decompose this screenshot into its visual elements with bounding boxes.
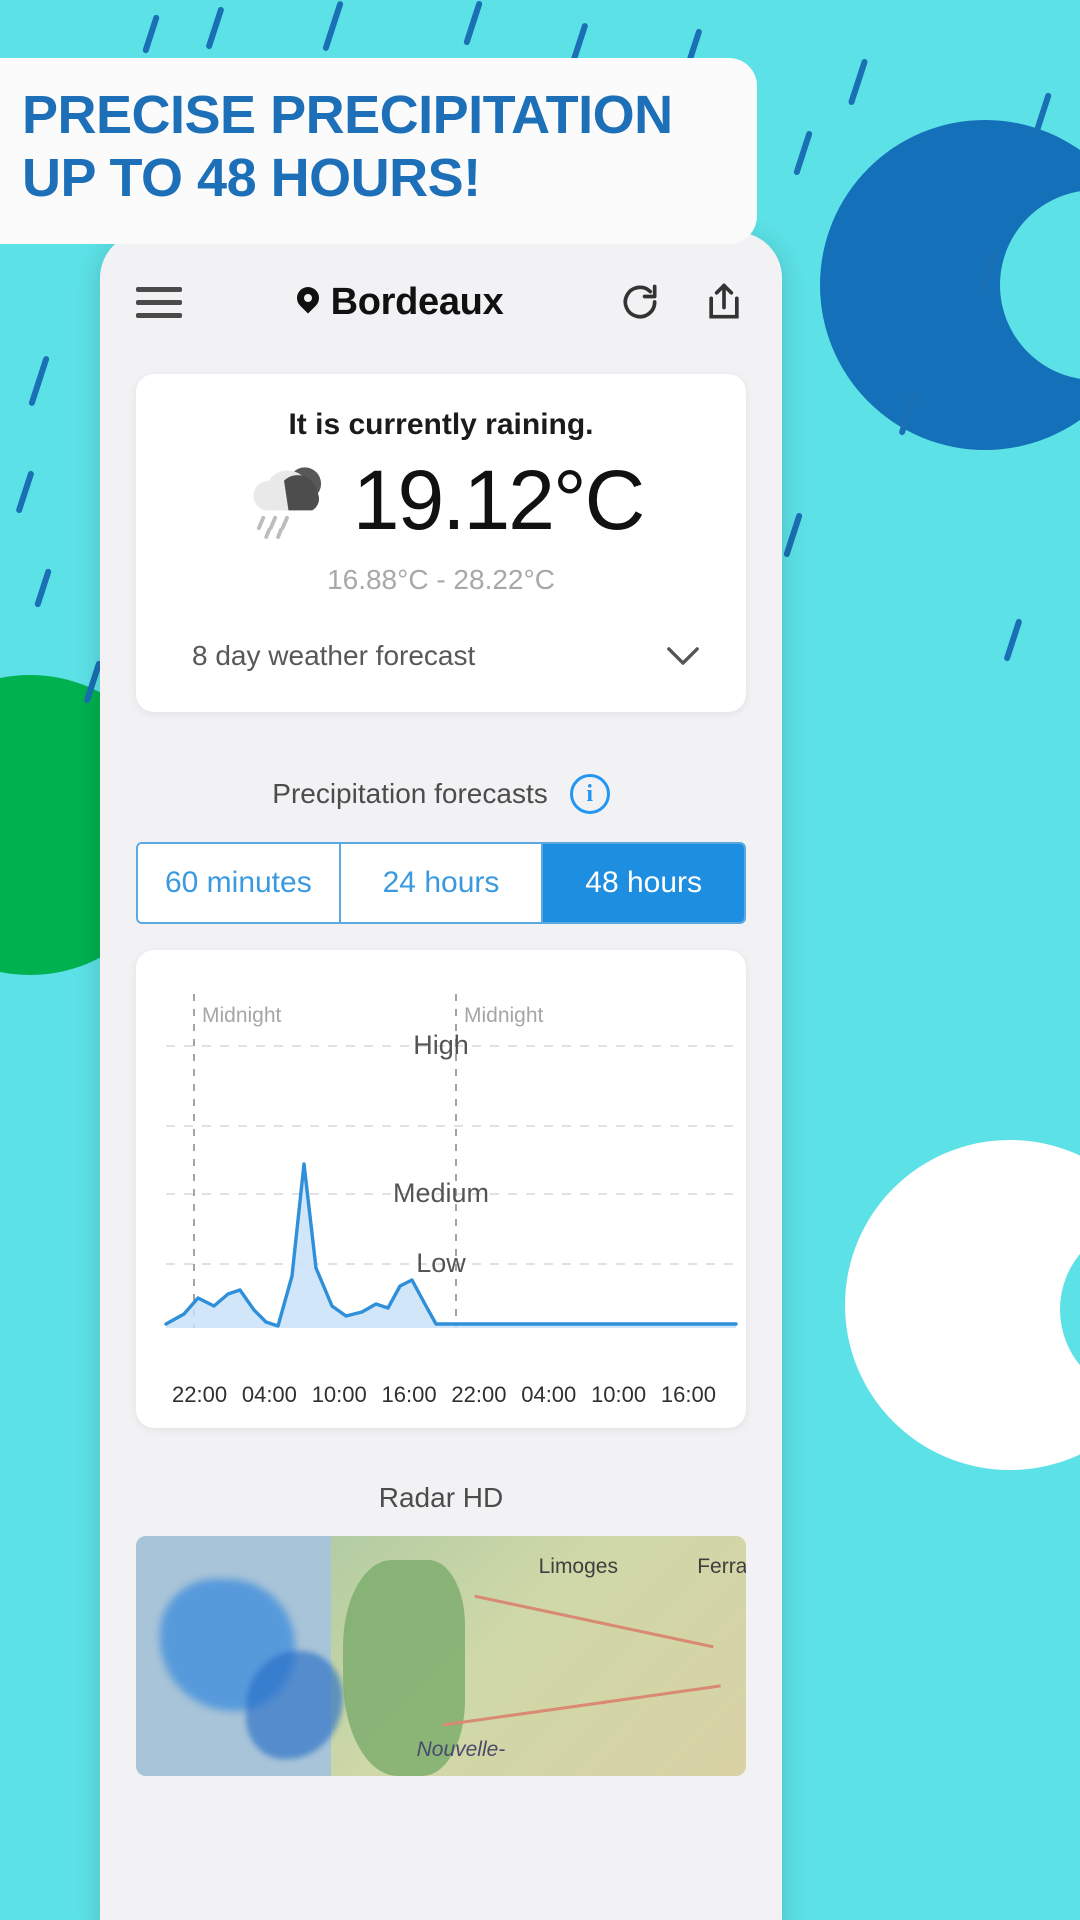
chart-midnight-label-1: Midnight (202, 1004, 282, 1027)
phone-mockup: Bordeaux It is currently raining. 19.12°… (100, 232, 782, 1920)
tab-48-hours[interactable]: 48 hours (543, 844, 744, 922)
radar-map[interactable]: Limoges Ferrar Nouvelle- (136, 1536, 746, 1776)
chevron-down-icon (667, 647, 699, 665)
current-condition: It is currently raining. (288, 408, 594, 441)
eight-day-forecast-toggle[interactable]: 8 day weather forecast (192, 640, 700, 672)
precipitation-range-tabs: 60 minutes 24 hours 48 hours (136, 842, 746, 924)
chart-x-tick: 16:00 (381, 1382, 437, 1407)
rain-cloud-icon (253, 467, 321, 539)
forecast-label: 8 day weather forecast (192, 640, 476, 671)
map-road-1 (473, 1594, 714, 1649)
map-label-limoges: Limoges (538, 1555, 618, 1579)
app-bar: Bordeaux (100, 254, 782, 350)
refresh-icon[interactable] (618, 280, 662, 324)
info-icon[interactable]: i (569, 774, 610, 814)
precipitation-chart[interactable]: High Medium Low Midnight Midnight (136, 976, 746, 1376)
tab-24-hours[interactable]: 24 hours (340, 844, 544, 922)
chart-x-tick: 16:00 (660, 1382, 716, 1407)
chart-band-label-high: High (413, 1030, 469, 1060)
chart-x-tick: 10:00 (591, 1382, 647, 1407)
map-pin-icon (297, 287, 319, 317)
map-road-2 (442, 1684, 721, 1727)
map-label-nouvelle: Nouvelle- (416, 1737, 506, 1761)
temperature-row: 19.12°C (136, 458, 746, 542)
chart-x-tick: 22:00 (172, 1382, 228, 1407)
app-bar-actions (618, 280, 746, 324)
precipitation-header: Precipitation forecasts i (100, 774, 782, 814)
promo-headline: PRECISE PRECIPITATION UP TO 48 HOURS! (0, 58, 757, 245)
chart-x-tick: 10:00 (311, 1382, 367, 1407)
decorative-white-circle (845, 1140, 1080, 1470)
chart-x-tick: 04:00 (241, 1382, 297, 1407)
current-weather-card: It is currently raining. 19.12°C 16.88°C… (136, 374, 746, 712)
share-icon[interactable] (702, 280, 746, 324)
precipitation-title: Precipitation forecasts (272, 778, 548, 809)
hamburger-menu-icon[interactable] (136, 279, 182, 326)
chart-x-tick: 22:00 (451, 1382, 507, 1407)
chart-band-label-low: Low (416, 1248, 466, 1278)
chart-midnight-label-2: Midnight (464, 1004, 544, 1027)
headline-line-1: PRECISE PRECIPITATION (22, 85, 673, 145)
tab-60-minutes[interactable]: 60 minutes (138, 844, 341, 922)
map-label-ferrar: Ferrar (697, 1555, 746, 1579)
location-title[interactable]: Bordeaux (182, 281, 618, 324)
current-temperature: 19.12°C (352, 453, 645, 547)
chart-x-tick: 04:00 (521, 1382, 577, 1407)
chart-band-label-medium: Medium (393, 1178, 489, 1208)
chart-x-axis: 22:00 04:00 10:00 16:00 22:00 04:00 10:00 16:00 (136, 1382, 746, 1408)
decorative-blue-circle (820, 120, 1080, 450)
temperature-range: 16.88°C - 28.22°C (327, 564, 555, 595)
radar-title: Radar HD (378, 1482, 504, 1513)
headline-line-2: UP TO 48 HOURS! (22, 148, 481, 209)
city-name: Bordeaux (330, 280, 504, 323)
precipitation-chart-card: High Medium Low Midnight Midnight 22:00 0… (136, 950, 746, 1428)
